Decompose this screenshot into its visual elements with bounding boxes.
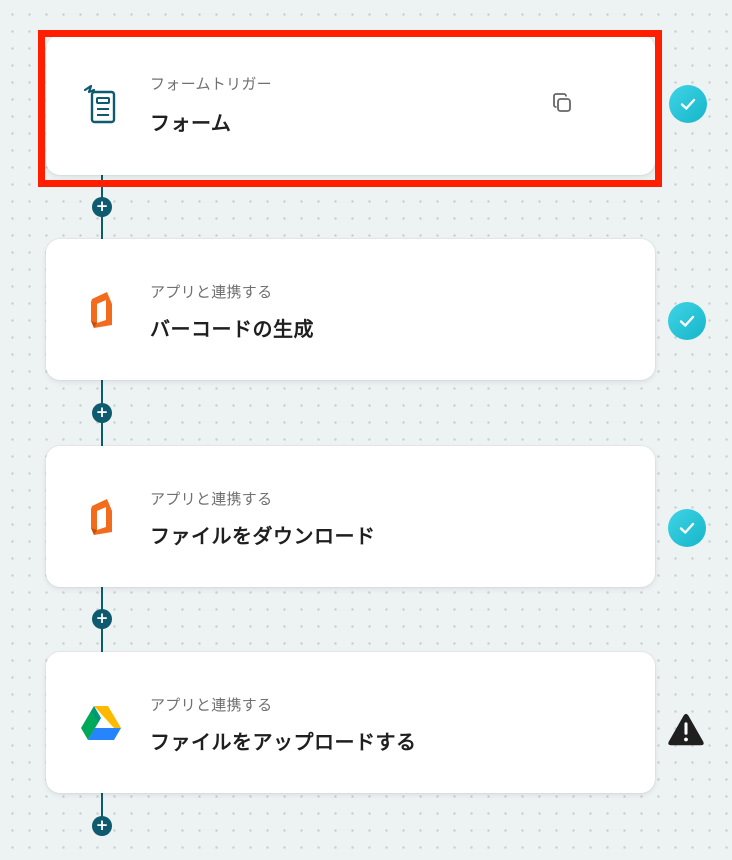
add-step-button[interactable]: + xyxy=(92,609,112,629)
step-kind-label: アプリと連携する xyxy=(150,283,273,301)
step-kind-label: アプリと連携する xyxy=(150,490,273,508)
add-step-button[interactable]: + xyxy=(92,816,112,836)
plus-icon: + xyxy=(95,403,109,421)
check-icon xyxy=(668,302,706,340)
warning-icon xyxy=(667,711,705,749)
step-kind-label: フォームトリガー xyxy=(150,75,272,93)
plus-icon: + xyxy=(95,816,109,834)
step-title: ファイルをダウンロード xyxy=(150,524,376,548)
document-app-icon xyxy=(80,289,122,331)
add-step-button[interactable]: + xyxy=(92,403,112,423)
plus-icon: + xyxy=(95,609,109,627)
check-icon xyxy=(668,509,706,547)
form-icon xyxy=(80,84,122,126)
workflow-step-card-upload[interactable]: アプリと連携する ファイルをアップロードする xyxy=(46,652,655,793)
step-kind-label: アプリと連携する xyxy=(150,696,273,714)
step-title: バーコードの生成 xyxy=(150,317,314,341)
google-drive-icon xyxy=(80,702,122,744)
copy-icon[interactable] xyxy=(549,90,575,116)
workflow-step-card-form-trigger[interactable]: フォームトリガー フォーム xyxy=(46,35,655,175)
plus-icon: + xyxy=(95,197,109,215)
check-icon xyxy=(669,85,707,123)
step-title: フォーム xyxy=(150,111,232,135)
workflow-step-card-barcode[interactable]: アプリと連携する バーコードの生成 xyxy=(46,239,655,380)
workflow-step-card-download[interactable]: アプリと連携する ファイルをダウンロード xyxy=(46,446,655,587)
step-title: ファイルをアップロードする xyxy=(150,730,417,754)
add-step-button[interactable]: + xyxy=(92,197,112,217)
document-app-icon xyxy=(80,496,122,538)
